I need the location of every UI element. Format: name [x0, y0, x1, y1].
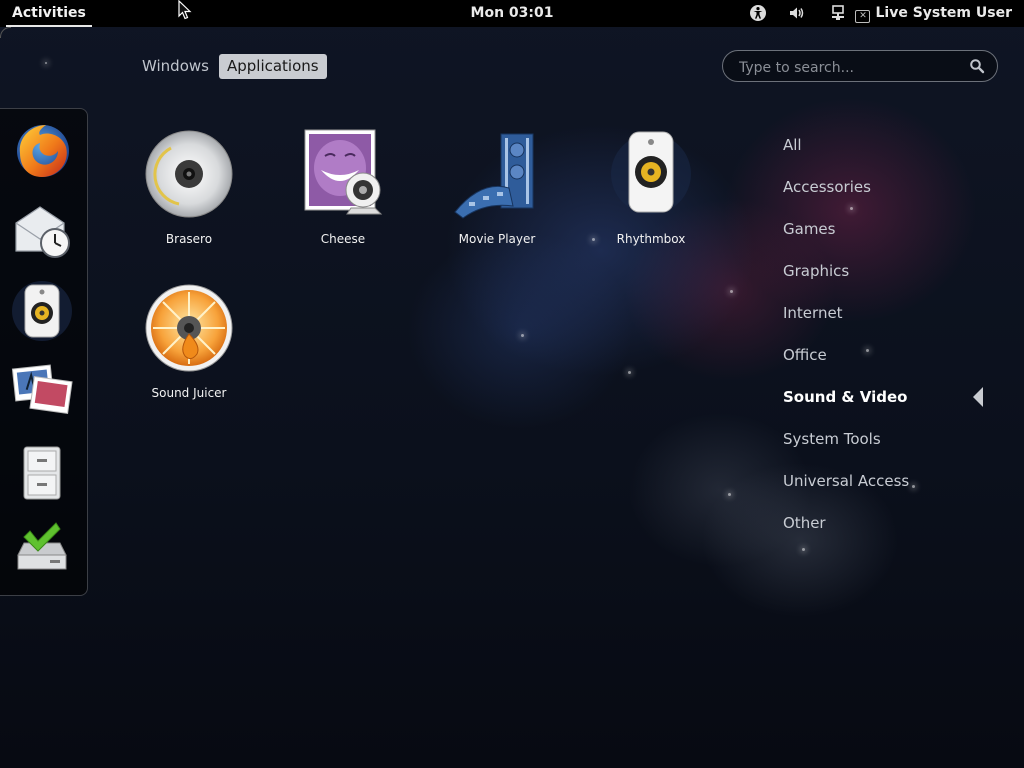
speaker-icon	[12, 281, 72, 341]
dash-item-firefox[interactable]	[10, 119, 74, 183]
app-label: Movie Player	[458, 232, 536, 246]
category-system-tools[interactable]: System Tools	[783, 426, 1003, 468]
mouse-pointer-icon	[178, 0, 192, 20]
photos-icon	[11, 364, 73, 415]
wallpaper-spark	[728, 493, 731, 496]
wallpaper-spark	[628, 371, 631, 374]
film-reel-icon	[454, 133, 534, 219]
app-label: Cheese	[320, 232, 366, 246]
dash-item-photos[interactable]	[10, 359, 74, 423]
category-other[interactable]: Other	[783, 510, 1003, 552]
accessibility-icon[interactable]	[749, 4, 767, 22]
tab-windows[interactable]: Windows	[134, 54, 217, 79]
gnome-shell-overview: Activities Mon 03:01 ✕ Live System User …	[0, 0, 1024, 768]
app-brasero[interactable]: Brasero	[124, 128, 254, 246]
wallpaper-spark	[45, 62, 47, 64]
category-games[interactable]: Games	[783, 216, 1003, 258]
category-graphics[interactable]: Graphics	[783, 258, 1003, 300]
dash	[0, 108, 88, 596]
category-internet[interactable]: Internet	[783, 300, 1003, 342]
category-accessories[interactable]: Accessories	[783, 174, 1003, 216]
search-box	[722, 50, 998, 82]
view-selector: Windows Applications	[134, 54, 329, 79]
category-all[interactable]: All	[783, 132, 1003, 174]
dash-item-files[interactable]	[10, 441, 74, 505]
volume-icon[interactable]	[788, 4, 806, 22]
dash-item-mail[interactable]	[10, 199, 74, 263]
tab-applications[interactable]: Applications	[218, 54, 327, 79]
clock-button[interactable]: Mon 03:01	[471, 5, 554, 21]
app-label: Sound Juicer	[151, 386, 227, 400]
app-rhythmbox[interactable]: Rhythmbox	[586, 128, 716, 246]
screen-corner	[0, 27, 11, 38]
dash-item-rhythmbox[interactable]	[10, 279, 74, 343]
disc-icon	[145, 130, 233, 218]
wallpaper-spark	[730, 290, 733, 293]
app-label: Rhythmbox	[616, 232, 686, 246]
orange-disc-icon	[145, 284, 233, 372]
install-drive-icon	[17, 522, 67, 570]
app-sound-juicer[interactable]: Sound Juicer	[124, 282, 254, 400]
category-sound-video[interactable]: Sound & Video	[783, 384, 1003, 426]
user-menu[interactable]: ✕ Live System User	[855, 0, 1012, 27]
user-name: Live System User	[875, 5, 1012, 21]
file-cabinet-icon	[23, 446, 61, 500]
app-label: Brasero	[165, 232, 213, 246]
category-universal-access[interactable]: Universal Access	[783, 468, 1003, 510]
top-bar: Activities Mon 03:01 ✕ Live System User	[0, 0, 1024, 27]
category-list: All Accessories Games Graphics Internet …	[783, 132, 1003, 552]
firefox-icon	[17, 125, 69, 177]
network-icon[interactable]	[829, 4, 847, 22]
dash-item-install[interactable]	[10, 519, 74, 583]
selected-category-arrow-icon	[973, 387, 983, 407]
activities-button[interactable]: Activities	[6, 0, 92, 27]
mail-clock-icon	[15, 206, 70, 258]
speaker-icon	[611, 131, 691, 214]
webcam-photo-icon	[304, 129, 383, 215]
wallpaper-spark	[521, 334, 524, 337]
search-input[interactable]	[737, 57, 961, 79]
app-movie-player[interactable]: Movie Player	[432, 128, 562, 246]
user-status-icon: ✕	[855, 10, 871, 23]
search-icon[interactable]	[969, 58, 985, 74]
app-cheese[interactable]: Cheese	[278, 128, 408, 246]
category-office[interactable]: Office	[783, 342, 1003, 384]
